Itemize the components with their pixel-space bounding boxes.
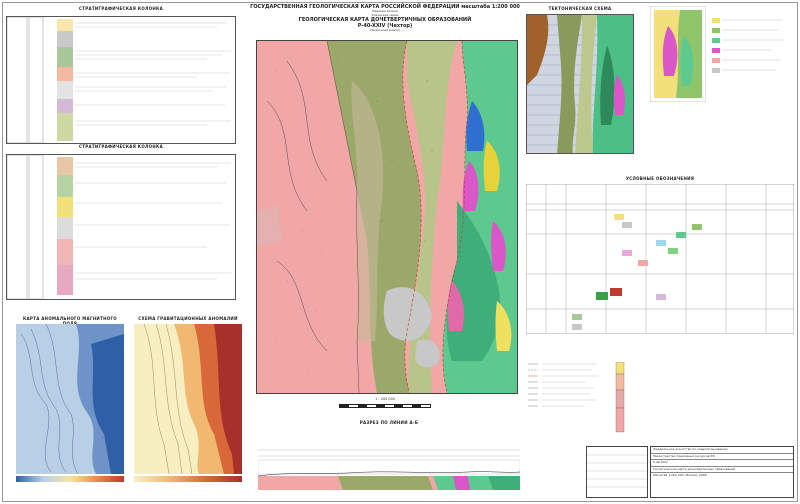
gravity-map-title: СХЕМА ГРАВИТАЦИОННЫХ АНОМАЛИЙ <box>138 316 238 321</box>
section-title: РАЗРЕЗ ПО ЛИНИИ <box>359 420 408 425</box>
magnetic-map: КАРТА АНОМАЛЬНОГО МАГНИТНОГО ПОЛЯ <box>16 316 124 486</box>
tectonic-title: ТЕКТОНИЧЕСКАЯ СХЕМА <box>548 6 612 11</box>
geological-map-graphic <box>257 41 517 393</box>
legend-title: УСЛОВНЫЕ ОБОЗНАЧЕНИЯ <box>625 176 695 181</box>
index-legend <box>712 12 792 92</box>
strat-column-1-graphic <box>7 17 232 143</box>
magnetic-legend <box>16 476 124 482</box>
section-line-label: А-Б <box>409 420 419 425</box>
index-legend-graphic <box>712 18 784 73</box>
stamp-row-5: Масштаб 1:200 000, Москва, 2006 <box>653 473 707 478</box>
stamp-side <box>586 446 648 498</box>
title-block: ГОСУДАРСТВЕННАЯ ГЕОЛОГИЧЕСКАЯ КАРТА РОСС… <box>250 4 520 38</box>
strat-column-2: СТРАТИГРАФИЧЕСКАЯ КОЛОНКА <box>6 144 236 302</box>
gravity-map: СХЕМА ГРАВИТАЦИОННЫХ АНОМАЛИЙ <box>134 316 242 486</box>
symbols-list <box>526 360 606 440</box>
scale-block: 1 : 200 000 <box>330 397 440 418</box>
tectonic-scheme: ТЕКТОНИЧЕСКАЯ СХЕМА <box>526 6 634 156</box>
index-map-graphic <box>650 6 706 102</box>
magnetic-map-graphic <box>16 324 124 474</box>
legend-table: УСЛОВНЫЕ ОБОЗНАЧЕНИЯ <box>526 176 794 336</box>
sheet-note: (Уральский район) <box>370 28 400 33</box>
stamp-row-4: Геологическая карта дочетвертичных образ… <box>651 467 793 474</box>
gravity-legend <box>134 476 242 482</box>
strat-column-1: СТРАТИГРАФИЧЕСКАЯ КОЛОНКА <box>6 6 236 146</box>
tectonic-map-graphic <box>526 14 634 154</box>
stamp-row-2: Министерство природных ресурсов РФ <box>651 454 793 461</box>
strat-column-2-table <box>6 154 236 300</box>
cross-section-graphic <box>258 449 520 490</box>
well-column-graphic <box>615 362 625 433</box>
stamp-side-graphic <box>587 454 647 488</box>
scale-bar <box>339 403 431 408</box>
stamp-row-3: P-40-XXIV <box>651 460 793 467</box>
legend-table-graphic <box>526 184 794 334</box>
geological-map <box>256 40 518 394</box>
stamp-table: Федеральное агентство по недропользовани… <box>650 446 794 498</box>
strat-column-2-graphic <box>7 155 232 299</box>
section-heading: РАЗРЕЗ ПО ЛИНИИ А-Б <box>258 420 520 425</box>
scale-label: 1 : 200 000 <box>374 397 396 401</box>
strat-column-1-table <box>6 16 236 144</box>
strat-column-1-title: СТРАТИГРАФИЧЕСКАЯ КОЛОНКА <box>78 6 163 11</box>
stamp-row-1: Федеральное агентство по недропользовани… <box>651 447 793 454</box>
symbols-list-graphic <box>528 363 598 407</box>
well-column <box>610 362 630 434</box>
gravity-map-graphic <box>134 324 242 474</box>
strat-column-2-title: СТРАТИГРАФИЧЕСКАЯ КОЛОНКА <box>78 144 163 149</box>
index-map <box>650 6 706 102</box>
cross-section: РАЗРЕЗ ПО ЛИНИИ А-Б <box>258 420 520 498</box>
